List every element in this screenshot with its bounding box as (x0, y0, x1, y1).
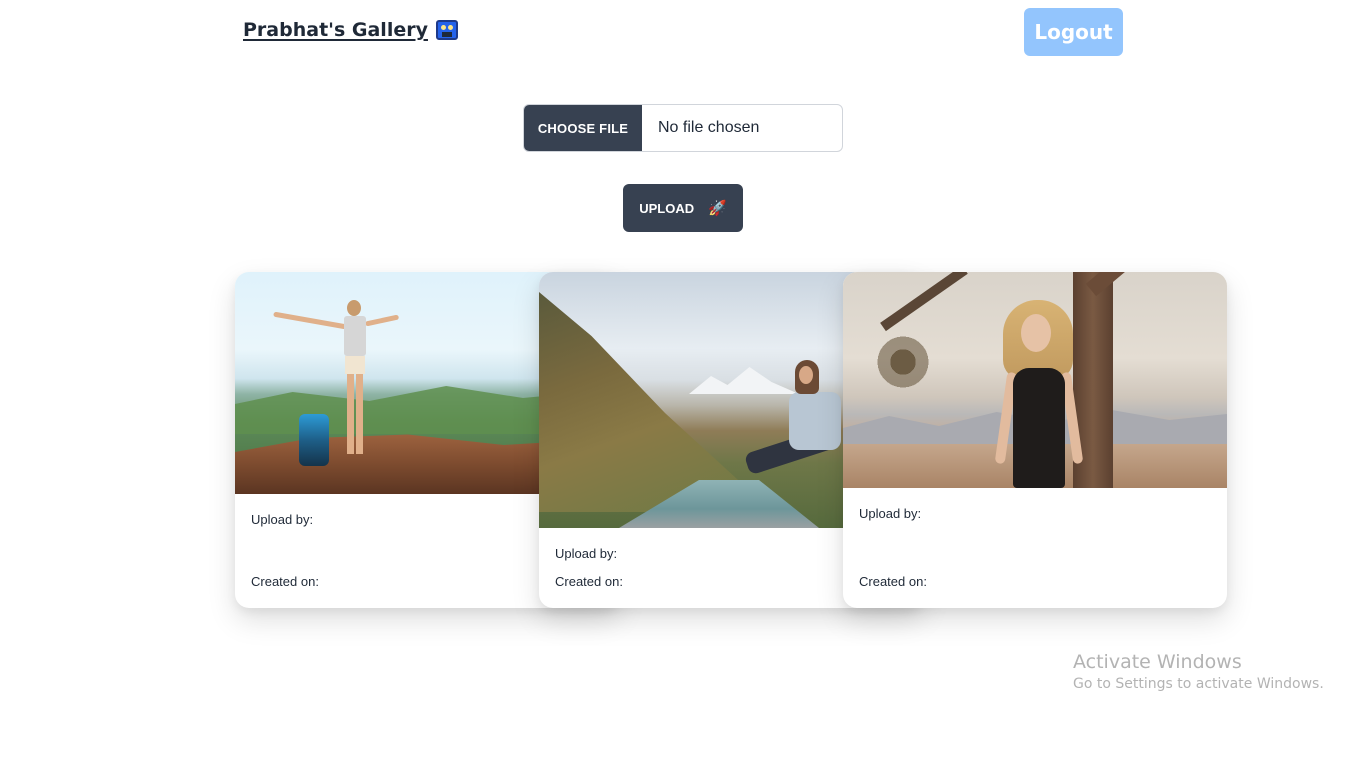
activate-windows-watermark: Activate Windows Go to Settings to activ… (1073, 651, 1324, 692)
created-on-label: Created on: (859, 574, 927, 589)
file-status-text: No file chosen (658, 119, 760, 136)
brand-title-link[interactable]: Prabhat's Gallery (243, 19, 458, 41)
logout-button[interactable]: Logout (1024, 8, 1123, 56)
upload-by-label: Upload by: (555, 546, 618, 561)
created-on-label: Created on: (555, 574, 623, 589)
created-on-label: Created on: (251, 574, 319, 589)
choose-file-button[interactable]: CHOOSE FILE (524, 105, 642, 151)
brand-title: Prabhat's Gallery (243, 19, 428, 41)
upload-button-label: UPLOAD (639, 200, 695, 216)
movie-camera-icon (435, 20, 458, 40)
file-input[interactable]: CHOOSE FILE No file chosen (523, 104, 843, 152)
woman-in-desert-photo (843, 272, 1227, 488)
upload-by-label: Upload by: (859, 506, 922, 521)
activate-windows-subtitle: Go to Settings to activate Windows. (1073, 676, 1324, 692)
gallery-card: Upload by: Created on: (843, 272, 1227, 608)
activate-windows-title: Activate Windows (1073, 651, 1242, 673)
upload-by-label: Upload by: (251, 512, 314, 527)
upload-button[interactable]: UPLOAD 🚀 (623, 184, 743, 232)
rocket-icon: 🚀 (708, 199, 727, 217)
